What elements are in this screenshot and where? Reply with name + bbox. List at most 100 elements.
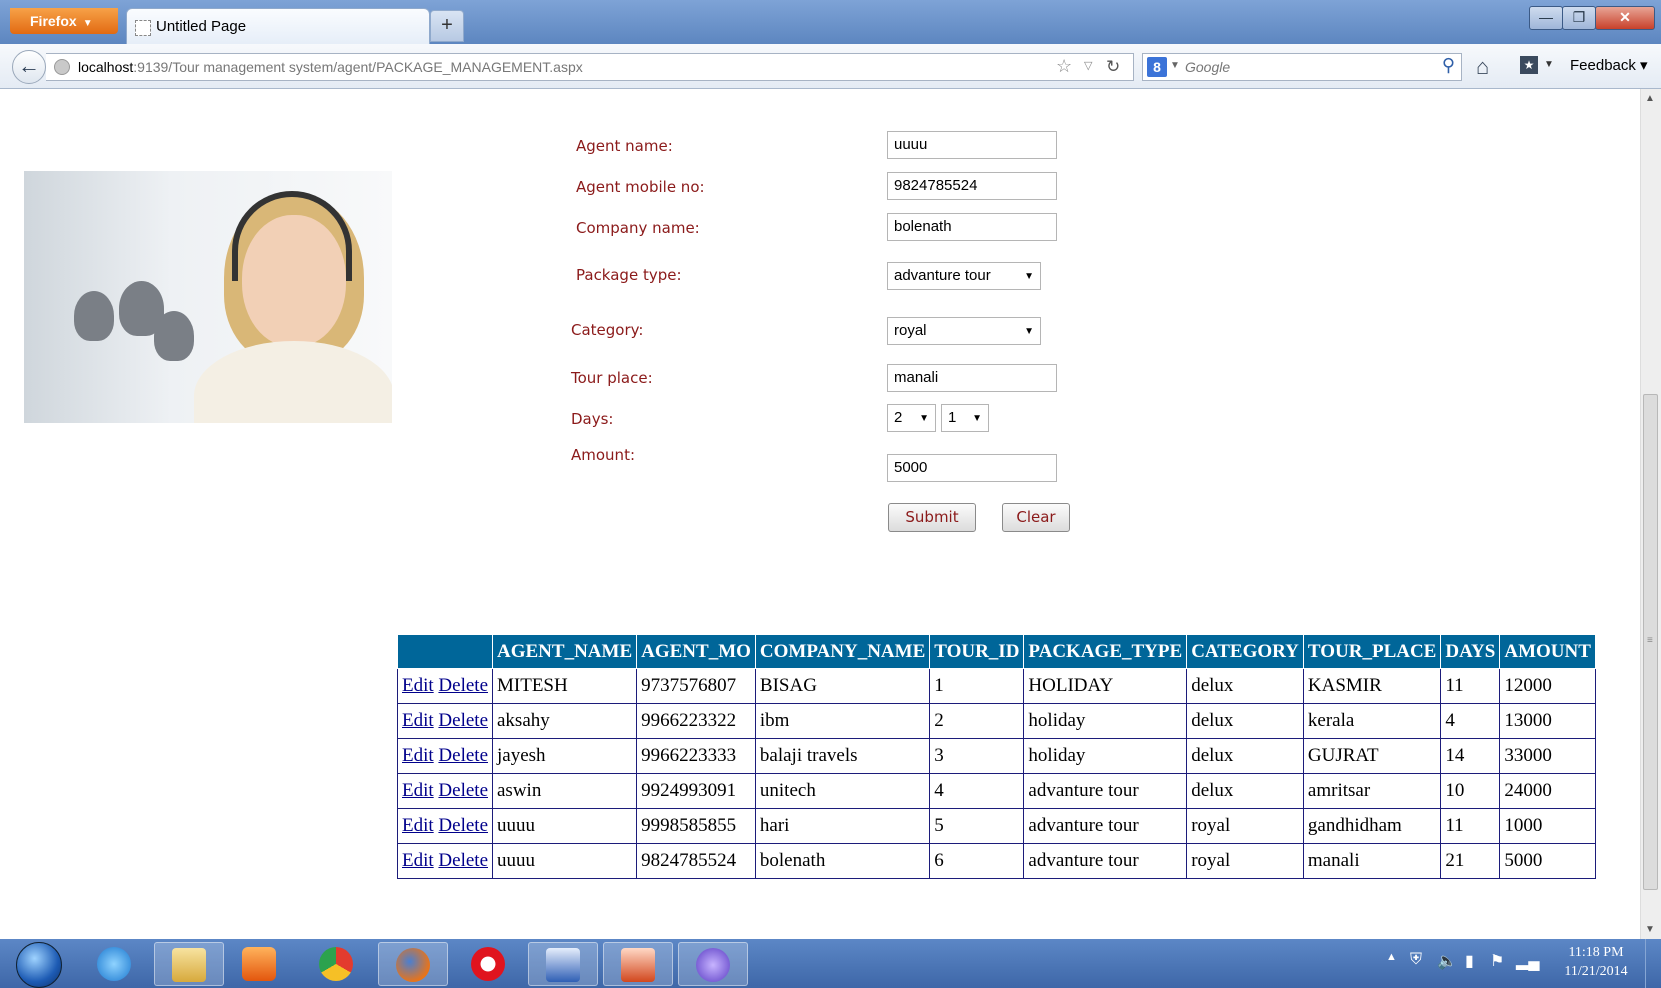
- taskbar-chrome[interactable]: [302, 942, 372, 986]
- firefox-menu-button[interactable]: Firefox ▼: [10, 8, 118, 34]
- scrollbar-thumb[interactable]: ≡: [1643, 394, 1658, 890]
- scroll-down-arrow-icon[interactable]: ▼: [1645, 924, 1655, 935]
- cell-tour-id: 5: [929, 808, 1025, 844]
- header-agent-name: AGENT_NAME: [491, 634, 638, 669]
- header-days: DAYS: [1440, 634, 1501, 669]
- taskbar-firefox[interactable]: [378, 942, 448, 986]
- taskbar-word[interactable]: [528, 942, 598, 986]
- url-path: :9139/Tour management system/agent/PACKA…: [133, 59, 583, 75]
- submit-button[interactable]: Submit: [888, 503, 976, 532]
- internet-explorer-icon: [97, 947, 131, 981]
- edit-link[interactable]: Edit: [402, 675, 434, 696]
- bookmarks-dropdown-icon[interactable]: ▼: [1544, 59, 1554, 70]
- search-engine-dropdown-icon[interactable]: ▼: [1170, 60, 1180, 71]
- feedback-button[interactable]: Feedback ▾: [1570, 56, 1648, 74]
- address-bar[interactable]: localhost:9139/Tour management system/ag…: [46, 53, 1134, 81]
- globe-icon: [54, 59, 70, 75]
- battery-icon[interactable]: ▮: [1465, 951, 1474, 971]
- tour-place-field[interactable]: manali: [887, 364, 1057, 392]
- days-select-2[interactable]: 1 ▼: [941, 404, 989, 432]
- edit-link[interactable]: Edit: [402, 815, 434, 836]
- navigation-toolbar: ← localhost:9139/Tour management system/…: [0, 44, 1661, 89]
- taskbar-internet-explorer[interactable]: [80, 942, 150, 986]
- delete-link[interactable]: Delete: [438, 815, 488, 836]
- row-actions: Edit Delete: [397, 738, 493, 774]
- cell-category: delux: [1186, 668, 1304, 704]
- bookmark-star-icon[interactable]: ☆: [1056, 56, 1072, 77]
- cell-agent-name: aswin: [491, 773, 638, 809]
- volume-icon[interactable]: 🔈: [1437, 951, 1457, 971]
- days-select-1[interactable]: 2 ▼: [887, 404, 936, 432]
- system-clock[interactable]: 11:18 PM 11/21/2014: [1556, 943, 1636, 981]
- row-actions: Edit Delete: [397, 808, 493, 844]
- cell-days: 10: [1440, 773, 1501, 809]
- header-package-type: PACKAGE_TYPE: [1023, 634, 1188, 669]
- back-button[interactable]: ←: [12, 50, 46, 84]
- agent-mobile-label: Agent mobile no:: [576, 178, 705, 196]
- cell-package-type: holiday: [1023, 703, 1188, 739]
- cell-tour-place: amritsar: [1302, 773, 1442, 809]
- cell-days: 11: [1440, 668, 1501, 704]
- taskbar-app[interactable]: [678, 942, 748, 986]
- header-tour-place: TOUR_PLACE: [1302, 634, 1442, 669]
- edit-link[interactable]: Edit: [402, 710, 434, 731]
- chevron-down-icon: ▼: [919, 413, 929, 424]
- tab-untitled-page[interactable]: Untitled Page: [126, 8, 430, 44]
- header-tour-id: TOUR_ID: [929, 634, 1025, 669]
- cell-amount: 1000: [1499, 808, 1596, 844]
- amount-field[interactable]: 5000: [887, 454, 1057, 482]
- edit-link[interactable]: Edit: [402, 745, 434, 766]
- delete-link[interactable]: Delete: [438, 780, 488, 801]
- reload-icon[interactable]: ↻: [1106, 57, 1120, 77]
- search-bar[interactable]: 8 ▼ Google ⚲: [1142, 53, 1462, 81]
- title-bar: Firefox ▼ Untitled Page + — ❐ ✕: [0, 0, 1661, 44]
- header-agent-mobile: AGENT_MO: [636, 634, 756, 669]
- taskbar-file-explorer[interactable]: [154, 942, 224, 986]
- search-icon[interactable]: ⚲: [1442, 55, 1455, 76]
- maximize-button[interactable]: ❐: [1562, 6, 1596, 30]
- history-dropdown-icon[interactable]: ▽: [1084, 59, 1092, 72]
- app-icon: [696, 948, 730, 982]
- clear-button[interactable]: Clear: [1002, 503, 1070, 532]
- agent-name-field[interactable]: uuuu: [887, 131, 1057, 159]
- close-button[interactable]: ✕: [1595, 6, 1655, 30]
- cell-agent-name: uuuu: [491, 843, 638, 879]
- bookmarks-icon[interactable]: ★: [1520, 56, 1538, 74]
- new-tab-button[interactable]: +: [430, 10, 464, 42]
- cell-tour-place: GUJRAT: [1302, 738, 1442, 774]
- search-placeholder: Google: [1185, 59, 1231, 75]
- google-icon[interactable]: 8: [1147, 57, 1167, 77]
- back-arrow-icon: ←: [18, 53, 40, 78]
- edit-link[interactable]: Edit: [402, 780, 434, 801]
- package-type-select[interactable]: advanture tour ▼: [887, 262, 1041, 290]
- delete-link[interactable]: Delete: [438, 745, 488, 766]
- cell-amount: 33000: [1499, 738, 1596, 774]
- chrome-icon: [319, 947, 353, 981]
- tray-expand-icon[interactable]: ▲: [1386, 951, 1397, 963]
- delete-link[interactable]: Delete: [438, 710, 488, 731]
- minimize-button[interactable]: —: [1529, 6, 1563, 30]
- company-name-field[interactable]: bolenath: [887, 213, 1057, 241]
- action-center-icon[interactable]: ⚑: [1490, 951, 1504, 971]
- delete-link[interactable]: Delete: [438, 850, 488, 871]
- cell-company-name: ibm: [754, 703, 931, 739]
- home-icon[interactable]: ⌂: [1476, 54, 1489, 80]
- cell-tour-id: 2: [929, 703, 1025, 739]
- delete-link[interactable]: Delete: [438, 675, 488, 696]
- cell-tour-id: 1: [929, 668, 1025, 704]
- cell-company-name: BISAG: [754, 668, 931, 704]
- call-center-photo: [24, 171, 392, 423]
- show-desktop-button[interactable]: [1645, 939, 1661, 988]
- antivirus-icon[interactable]: ⛨: [1410, 951, 1422, 969]
- firefox-menu-label: Firefox: [30, 13, 77, 29]
- agent-mobile-field[interactable]: 9824785524: [887, 172, 1057, 200]
- category-select[interactable]: royal ▼: [887, 317, 1041, 345]
- taskbar-media-player[interactable]: [225, 942, 295, 986]
- edit-link[interactable]: Edit: [402, 850, 434, 871]
- network-icon[interactable]: ▂▄: [1516, 951, 1540, 971]
- scroll-up-arrow-icon[interactable]: ▲: [1645, 93, 1655, 104]
- taskbar-opera[interactable]: [454, 942, 524, 986]
- taskbar-powerpoint[interactable]: [603, 942, 673, 986]
- vertical-scrollbar[interactable]: ▲ ≡ ▼: [1640, 89, 1661, 939]
- windows-start-icon[interactable]: [16, 942, 62, 988]
